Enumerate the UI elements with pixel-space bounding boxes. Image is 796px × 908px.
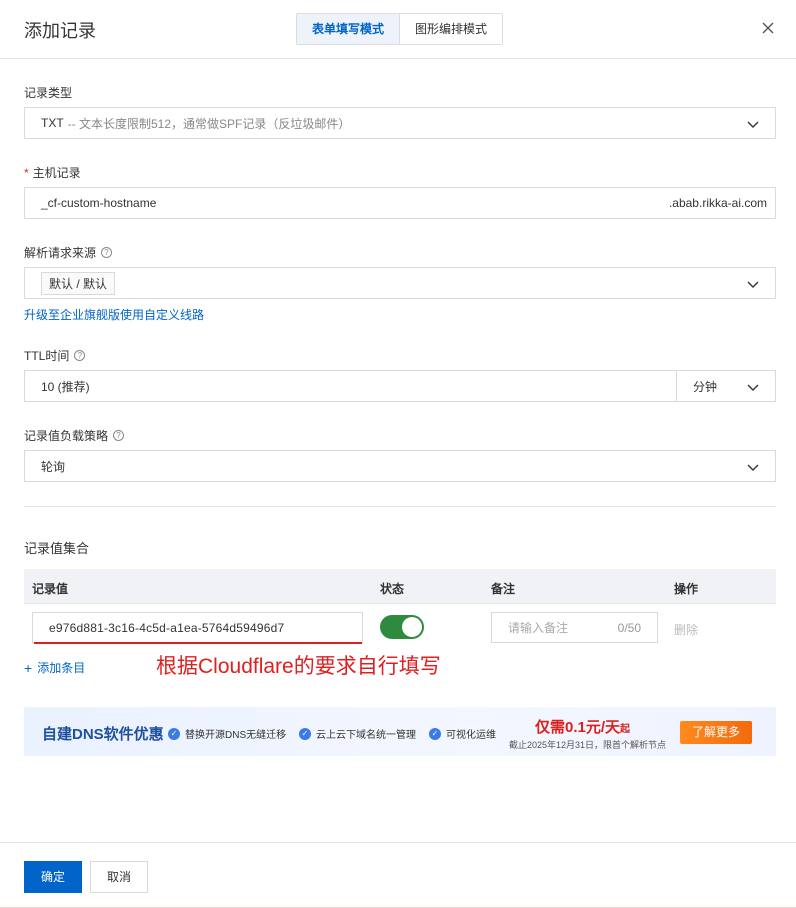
resolve-source-tag: 默认 / 默认 xyxy=(41,271,116,295)
host-record-suffix: .abab.rikka-ai.com xyxy=(668,196,767,210)
chevron-down-icon xyxy=(747,121,759,128)
host-record-label-wrap: * 主机记录 xyxy=(24,164,81,181)
record-type-label: 记录类型 xyxy=(24,86,73,100)
delete-button[interactable]: 删除 xyxy=(674,621,698,638)
host-record-input[interactable]: _cf-custom-hostname .abab.rikka-ai.com xyxy=(24,187,776,219)
resolve-source-label-wrap: 解析请求来源 ? xyxy=(24,244,113,261)
host-record-value: _cf-custom-hostname xyxy=(41,196,157,210)
load-strategy-value: 轮询 xyxy=(41,459,66,474)
check-icon: ✓ xyxy=(168,727,180,740)
close-icon[interactable] xyxy=(760,20,776,36)
upgrade-link[interactable]: 升级至企业旗舰版使用自定义线路 xyxy=(24,306,204,323)
chevron-down-icon xyxy=(747,384,759,391)
tab-form-mode[interactable]: 表单填写模式 xyxy=(297,14,401,44)
banner-price: 仅需0.1元/天起 xyxy=(535,719,631,736)
plus-icon: + xyxy=(24,659,33,676)
note-input[interactable]: 请输入备注 0/50 xyxy=(491,612,658,643)
column-header-value: 记录值 xyxy=(32,582,69,596)
banner-feature: ✓ 云上云下域名统一管理 xyxy=(299,726,416,741)
required-mark: * xyxy=(24,165,29,180)
help-icon[interactable]: ? xyxy=(74,350,86,361)
ttl-value: 10 (推荐) xyxy=(41,379,90,394)
divider xyxy=(24,506,776,507)
dialog-header: 添加记录 表单填写模式 图形编排模式 xyxy=(0,0,796,59)
tab-graphic-mode[interactable]: 图形编排模式 xyxy=(400,14,503,44)
learn-more-button[interactable]: 了解更多 xyxy=(680,721,752,744)
dialog-footer: 确定 取消 xyxy=(0,842,796,908)
cancel-button[interactable]: 取消 xyxy=(90,861,148,893)
mode-switch: 表单填写模式 图形编排模式 xyxy=(296,13,504,45)
dialog-title: 添加记录 xyxy=(24,21,96,41)
annotation-underline xyxy=(34,642,362,644)
confirm-button[interactable]: 确定 xyxy=(24,861,82,893)
banner-title: 自建DNS软件优惠 xyxy=(42,726,164,743)
chevron-down-icon xyxy=(747,281,759,288)
host-record-label: 主机记录 xyxy=(32,166,81,180)
load-strategy-label: 记录值负载策略 xyxy=(24,429,109,443)
record-type-value: TXT xyxy=(41,116,64,130)
column-header-note: 备注 xyxy=(491,582,516,596)
help-icon[interactable]: ? xyxy=(113,430,125,441)
record-value-input[interactable]: e976d881-3c16-4c5d-a1ea-5764d59496d7 xyxy=(32,612,363,643)
load-strategy-label-wrap: 记录值负载策略 ? xyxy=(24,427,125,444)
toggle-knob xyxy=(402,617,422,637)
resolve-source-label: 解析请求来源 xyxy=(24,246,97,260)
column-header-status: 状态 xyxy=(380,582,405,596)
promo-banner[interactable]: 自建DNS软件优惠 ✓ 替换开源DNS无缝迁移 ✓ 云上云下域名统一管理 ✓ 可视化运… xyxy=(24,707,776,756)
note-placeholder: 请输入备注 xyxy=(508,621,569,635)
note-char-count: 0/50 xyxy=(617,621,641,635)
column-header-action: 操作 xyxy=(674,582,699,596)
add-item-label: 添加条目 xyxy=(37,661,86,675)
load-strategy-select[interactable]: 轮询 xyxy=(24,450,776,482)
banner-feature: ✓ 替换开源DNS无缝迁移 xyxy=(168,726,286,741)
ttl-input[interactable]: 10 (推荐) xyxy=(24,370,677,402)
add-item-button[interactable]: + 添加条目 xyxy=(24,659,85,676)
record-type-desc: -- 文本长度限制512，通常做SPF记录（反垃圾邮件） xyxy=(67,116,351,131)
table-header: 记录值 状态 备注 操作 xyxy=(24,569,776,604)
check-icon: ✓ xyxy=(299,727,311,740)
resolve-source-select[interactable]: 默认 / 默认 xyxy=(24,267,776,299)
ttl-label-wrap: TTL时间 ? xyxy=(24,347,86,364)
ttl-unit-select[interactable]: 分钟 xyxy=(676,370,776,402)
status-toggle[interactable] xyxy=(380,615,424,639)
chevron-down-icon xyxy=(747,464,759,471)
banner-price-note: 截止2025年12月31日，限首个解析节点 xyxy=(509,740,667,750)
ttl-group: 10 (推荐) 分钟 xyxy=(24,370,776,402)
ttl-label: TTL时间 xyxy=(24,349,70,363)
record-type-select[interactable]: TXT -- 文本长度限制512，通常做SPF记录（反垃圾邮件） xyxy=(24,107,776,139)
ttl-unit-value: 分钟 xyxy=(693,379,718,394)
record-set-title: 记录值集合 xyxy=(24,541,90,556)
annotation-text: 根据Cloudflare的要求自行填写 xyxy=(156,655,441,678)
check-icon: ✓ xyxy=(429,727,441,740)
banner-feature: ✓ 可视化运维 xyxy=(429,726,496,741)
help-icon[interactable]: ? xyxy=(101,247,113,258)
